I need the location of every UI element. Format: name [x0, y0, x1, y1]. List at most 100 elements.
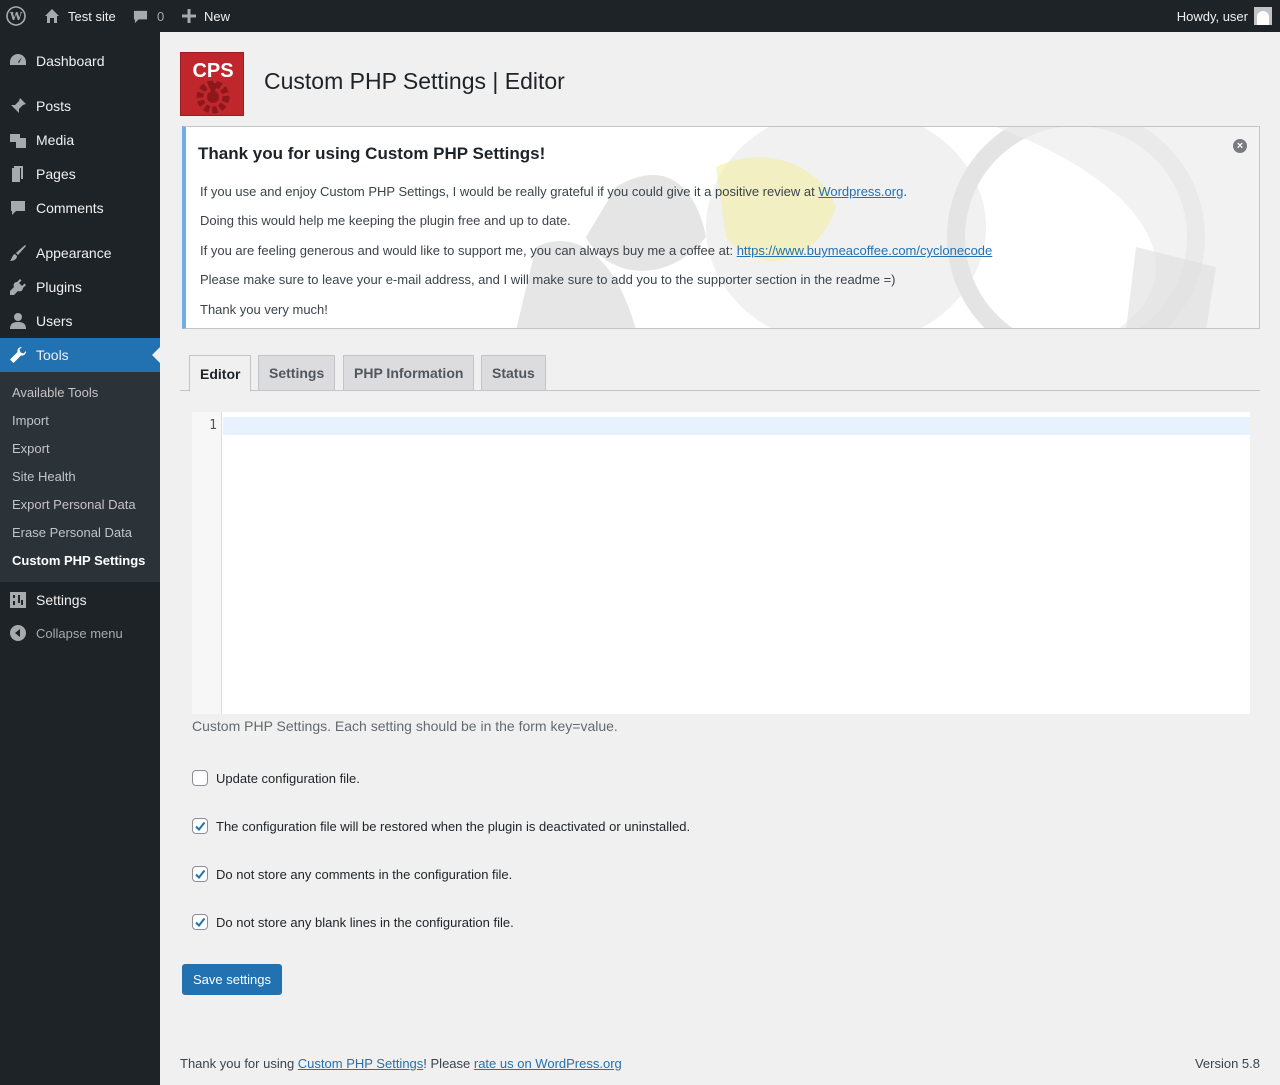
checkmark-icon	[195, 869, 206, 880]
sidebar-item-appearance[interactable]: Appearance	[0, 236, 160, 270]
site-name: Test site	[68, 8, 116, 24]
wordpress-review-link[interactable]: Wordpress.org	[818, 184, 903, 199]
editor-description: Custom PHP Settings. Each setting should…	[192, 718, 618, 734]
paintbrush-icon	[0, 243, 36, 263]
home-icon	[44, 8, 60, 24]
admin-footer: Thank you for using Custom PHP Settings!…	[180, 1056, 1260, 1071]
sidebar-item-label: Settings	[36, 592, 87, 608]
submenu-item-export[interactable]: Export	[12, 441, 50, 456]
new-label: New	[204, 8, 231, 24]
option-restore-config[interactable]: The configuration file will be restored …	[192, 818, 690, 834]
svg-text:W: W	[9, 10, 23, 23]
sidebar-item-plugins[interactable]: Plugins	[0, 270, 160, 304]
active-line-highlight	[223, 417, 1250, 435]
sidebar-item-posts[interactable]: Posts	[0, 89, 160, 123]
plus-icon	[182, 9, 196, 23]
line-number-gutter: 1	[192, 412, 222, 714]
tools-submenu: Available Tools Import Export Site Healt…	[0, 372, 160, 582]
notice-background-art	[516, 127, 1259, 328]
avatar	[1254, 7, 1272, 25]
sidebar-item-label: Comments	[36, 200, 104, 216]
sidebar-item-label: Dashboard	[36, 53, 105, 69]
dismiss-icon[interactable]: ×	[1233, 139, 1247, 153]
submenu-item-export-personal-data[interactable]: Export Personal Data	[12, 497, 136, 512]
sidebar-item-media[interactable]: Media	[0, 123, 160, 157]
site-name-link[interactable]: Test site	[44, 0, 116, 32]
plugin-logo: CPS	[180, 52, 244, 116]
settings-tabs: Editor Settings PHP Information Status	[180, 354, 1260, 392]
option-label: Do not store any blank lines in the conf…	[216, 914, 514, 930]
admin-sidebar: Dashboard Posts Media Pages Comments App…	[0, 32, 160, 1085]
my-account-link[interactable]: Howdy, user	[1177, 0, 1272, 32]
tab-status[interactable]: Status	[481, 355, 546, 391]
sidebar-item-label: Pages	[36, 166, 76, 182]
plug-icon	[0, 277, 36, 297]
notice-line-5: Thank you very much!	[200, 302, 328, 317]
tab-php-information[interactable]: PHP Information	[343, 355, 475, 391]
sidebar-item-label: Tools	[36, 347, 69, 363]
pages-icon	[0, 164, 36, 184]
sidebar-item-users[interactable]: Users	[0, 304, 160, 338]
checkmark-icon	[195, 821, 206, 832]
checkbox-checked[interactable]	[192, 866, 208, 882]
howdy-greeting: Howdy, user	[1176, 8, 1248, 24]
save-settings-button[interactable]: Save settings	[182, 964, 282, 995]
sidebar-item-dashboard[interactable]: Dashboard	[0, 44, 160, 78]
option-update-config[interactable]: Update configuration file.	[192, 770, 360, 786]
collapse-menu-button[interactable]: Collapse menu	[0, 616, 160, 650]
submenu-item-site-health[interactable]: Site Health	[12, 469, 76, 484]
checkbox-checked[interactable]	[192, 914, 208, 930]
collapse-arrow-icon	[0, 624, 36, 642]
notice-heading: Thank you for using Custom PHP Settings!	[198, 144, 546, 163]
option-label: Do not store any comments in the configu…	[216, 866, 513, 882]
plugin-link[interactable]: Custom PHP Settings	[298, 1056, 423, 1071]
dashboard-icon	[0, 51, 36, 71]
comments-count: 0	[157, 8, 165, 24]
rate-link[interactable]: rate us on WordPress.org	[474, 1056, 622, 1071]
notice-line-4: Please make sure to leave your e-mail ad…	[200, 272, 896, 287]
page-title: Custom PHP Settings | Editor	[264, 68, 565, 94]
option-label: The configuration file will be restored …	[216, 818, 691, 834]
sidebar-item-label: Plugins	[36, 279, 82, 295]
tab-settings[interactable]: Settings	[258, 355, 336, 391]
pushpin-icon	[0, 96, 36, 116]
checkbox-checked[interactable]	[192, 818, 208, 834]
new-content-link[interactable]: New	[182, 0, 230, 32]
wordpress-version: Version 5.8	[1194, 1056, 1260, 1071]
sidebar-item-label: Media	[36, 132, 75, 148]
sidebar-item-label: Posts	[36, 98, 72, 114]
comment-icon	[0, 198, 36, 218]
buymeacoffee-link[interactable]: https://www.buymeacoffee.com/cyclonecode	[737, 243, 993, 258]
sidebar-item-label: Users	[36, 313, 73, 329]
line-number: 1	[209, 418, 217, 433]
sidebar-item-label: Appearance	[36, 245, 112, 261]
submenu-item-custom-php-settings[interactable]: Custom PHP Settings	[12, 553, 145, 568]
code-editor[interactable]: 1	[192, 412, 1250, 714]
collapse-menu-label: Collapse menu	[36, 625, 123, 641]
checkmark-icon	[195, 917, 206, 928]
submenu-item-available-tools[interactable]: Available Tools	[12, 385, 98, 400]
comment-bubble-icon	[133, 9, 148, 24]
sliders-icon	[0, 590, 36, 610]
sidebar-item-settings[interactable]: Settings	[0, 583, 160, 617]
comments-link[interactable]: 0	[133, 0, 164, 32]
notice-line-1: If you use and enjoy Custom PHP Settings…	[200, 184, 907, 199]
checkbox-unchecked[interactable]	[192, 770, 208, 786]
option-label: Update configuration file.	[216, 770, 360, 786]
svg-text:CPS: CPS	[192, 60, 233, 82]
media-icon	[0, 130, 36, 150]
user-icon	[0, 311, 36, 331]
option-no-blank-lines[interactable]: Do not store any blank lines in the conf…	[192, 914, 514, 930]
sidebar-item-comments[interactable]: Comments	[0, 191, 160, 225]
active-menu-arrow	[152, 347, 160, 363]
wordpress-logo-icon[interactable]: W	[6, 0, 26, 32]
notice-line-3: If you are feeling generous and would li…	[200, 243, 993, 258]
sidebar-item-pages[interactable]: Pages	[0, 157, 160, 191]
tab-editor[interactable]: Editor	[189, 355, 252, 392]
submenu-item-import[interactable]: Import	[12, 413, 49, 428]
option-no-comments[interactable]: Do not store any comments in the configu…	[192, 866, 512, 882]
wrench-icon	[0, 345, 36, 365]
submenu-item-erase-personal-data[interactable]: Erase Personal Data	[12, 525, 132, 540]
thank-you-notice: Thank you for using Custom PHP Settings!…	[182, 126, 1260, 329]
sidebar-item-tools[interactable]: Tools	[0, 338, 160, 372]
